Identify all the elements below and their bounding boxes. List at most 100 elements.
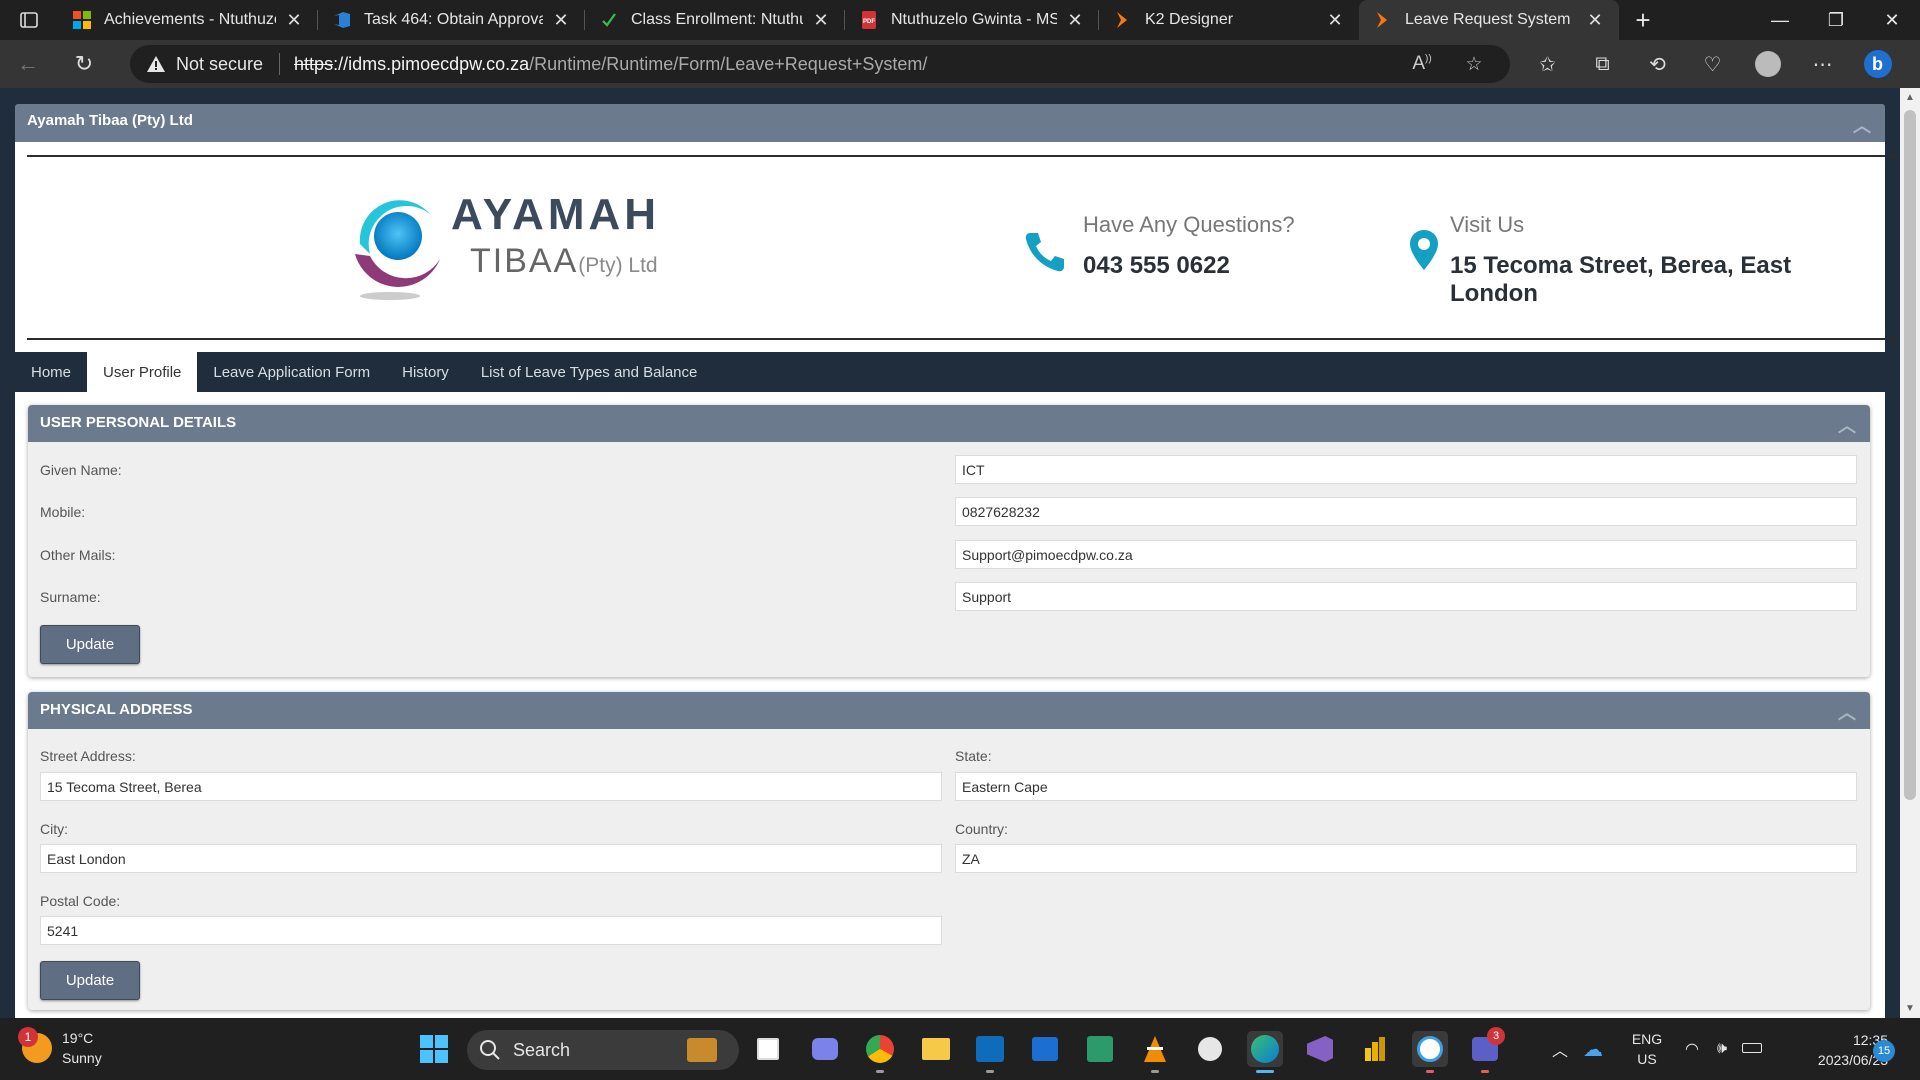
bing-copilot-icon[interactable]: b [1850, 40, 1905, 88]
browser-tab-achievements[interactable]: Achievements - Ntuthuzelo ✕ [58, 0, 318, 40]
teams-chat-icon[interactable] [807, 1031, 843, 1067]
notification-badge[interactable]: 15 [1873, 1040, 1895, 1062]
file-explorer-icon[interactable] [918, 1031, 954, 1067]
read-aloud-icon[interactable]: A)) [1396, 53, 1448, 75]
tab-home[interactable]: Home [15, 352, 87, 392]
chrome-icon[interactable] [862, 1031, 898, 1073]
state-field[interactable]: Eastern Cape [955, 772, 1857, 801]
start-button[interactable] [416, 1031, 452, 1067]
close-tab-icon[interactable]: ✕ [551, 10, 571, 31]
onedrive-icon[interactable]: ☁ [1575, 1037, 1611, 1062]
mobile-label: Mobile: [40, 504, 86, 520]
word-app-icon[interactable] [1192, 1031, 1228, 1067]
surname-field[interactable]: Support [955, 582, 1857, 611]
sun-icon: 1 [18, 1027, 52, 1063]
favorite-star-icon[interactable]: ☆ [1448, 53, 1500, 76]
wifi-icon[interactable]: ◠ [1677, 1039, 1707, 1059]
browser-tab-class-enrollment[interactable]: Class Enrollment: Ntuthuzel ✕ [585, 0, 845, 40]
outlook-icon[interactable] [972, 1031, 1008, 1073]
banner-divider [27, 338, 1897, 340]
scroll-down-icon[interactable]: ▼ [1900, 1003, 1920, 1014]
address-bar-actions: A)) ☆ [1396, 45, 1500, 83]
power-bi-icon[interactable] [1357, 1031, 1393, 1067]
close-window-button[interactable]: ✕ [1864, 0, 1920, 40]
browser-tab-strip: Achievements - Ntuthuzelo ✕ Task 464: Ob… [0, 0, 1920, 40]
browser-toolbar-icons: ✩ ⧉ ⟲ ♡ ⋯ b [1520, 40, 1905, 88]
browser-tab-leave-request[interactable]: Leave Request System ✕ [1359, 0, 1619, 40]
performance-icon[interactable]: ♡ [1685, 40, 1740, 88]
collapse-chevron-icon[interactable]: ︿ [1838, 699, 1856, 725]
scrollbar-thumb[interactable] [1904, 110, 1916, 800]
browser-tab-k2-designer[interactable]: K2 Designer ✕ [1099, 0, 1359, 40]
close-tab-icon[interactable]: ✕ [1585, 10, 1605, 31]
minimize-button[interactable]: — [1752, 0, 1808, 40]
profile-avatar-icon[interactable] [1740, 40, 1795, 88]
security-indicator[interactable]: Not secure [130, 54, 263, 75]
history-icon[interactable]: ⟲ [1630, 40, 1685, 88]
collapse-chevron-icon[interactable]: ︿ [1838, 412, 1856, 438]
app-running-indicator [986, 1070, 994, 1073]
other-mails-field[interactable]: Support@pimoecdpw.co.za [955, 540, 1857, 569]
tab-leave-types-balance[interactable]: List of Leave Types and Balance [465, 352, 714, 392]
snipping-tool-icon[interactable] [1412, 1031, 1448, 1073]
update-address-button[interactable]: Update [40, 961, 140, 1000]
city-label: City: [40, 821, 68, 837]
browser-tab-task[interactable]: Task 464: Obtain Approval to ✕ [318, 0, 585, 40]
url-text[interactable]: https://idms.pimoecdpw.co.za/Runtime/Run… [294, 54, 927, 75]
mobile-field[interactable]: 0827628232 [955, 497, 1857, 526]
postal-code-field[interactable]: 5241 [40, 916, 942, 945]
favorites-icon[interactable]: ✩ [1520, 40, 1575, 88]
language-indicator[interactable]: ENG US [1617, 1029, 1677, 1069]
postal-code-label: Postal Code: [40, 893, 121, 909]
collapse-chevron-icon[interactable]: ︿ [1853, 112, 1871, 138]
app-running-indicator [1481, 1070, 1489, 1073]
country-field[interactable]: ZA [955, 844, 1857, 873]
phone-icon [1025, 233, 1064, 272]
new-tab-button[interactable]: + [1619, 0, 1667, 40]
back-button[interactable]: ← [0, 40, 56, 88]
tab-user-profile[interactable]: User Profile [87, 352, 198, 392]
restore-button[interactable]: ❐ [1808, 0, 1864, 40]
user-profile-content: USER PERSONAL DETAILS ︿ Given Name: ICT … [15, 392, 1885, 1018]
city-field[interactable]: East London [40, 844, 942, 873]
more-menu-icon[interactable]: ⋯ [1795, 40, 1850, 88]
close-icon: ✕ [1884, 9, 1900, 30]
collections-icon[interactable]: ⧉ [1575, 40, 1630, 88]
visual-studio-icon[interactable] [1302, 1031, 1338, 1067]
address-bar[interactable]: Not secure https://idms.pimoecdpw.co.za/… [130, 45, 1510, 83]
refresh-button[interactable]: ↻ [56, 40, 112, 88]
section-header: USER PERSONAL DETAILS ︿ [28, 405, 1870, 442]
page-scrollbar[interactable]: ▲ ▼ [1900, 88, 1920, 1018]
taskbar-search[interactable]: Search [467, 1030, 739, 1070]
volume-icon[interactable]: 🕪 [1707, 1040, 1737, 1058]
battery-icon[interactable] [1737, 1040, 1767, 1058]
section-title: PHYSICAL ADDRESS [40, 701, 193, 718]
tab-leave-application-form[interactable]: Leave Application Form [197, 352, 386, 392]
scroll-up-icon[interactable]: ▲ [1900, 92, 1920, 103]
given-name-field[interactable]: ICT [955, 455, 1857, 484]
app-nav-tabs: Home User Profile Leave Application Form… [15, 352, 713, 392]
teams-icon[interactable]: 3 [1467, 1027, 1505, 1073]
browser-tab-pdf[interactable]: PDF Ntuthuzelo Gwinta - MS-AZ ✕ [845, 0, 1099, 40]
close-tab-icon[interactable]: ✕ [1325, 10, 1345, 31]
windows-taskbar: 1 19°C Sunny Search 3 ︿ ☁ ENG US ◠ 🕪 12:35… [0, 1018, 1920, 1080]
vlc-icon[interactable] [1137, 1031, 1173, 1073]
street-address-field[interactable]: 15 Tecoma Street, Berea [40, 772, 942, 801]
tab-history[interactable]: History [386, 352, 465, 392]
tab-actions-button[interactable] [0, 0, 58, 40]
weather-widget[interactable]: 1 19°C Sunny [18, 1027, 102, 1068]
close-tab-icon[interactable]: ✕ [811, 10, 831, 31]
close-tab-icon[interactable]: ✕ [284, 10, 304, 31]
edge-browser-icon[interactable] [1247, 1031, 1283, 1073]
azure-devops-icon [334, 12, 350, 28]
microsoft-store-icon[interactable] [1027, 1031, 1063, 1067]
tool-app-icon[interactable] [1082, 1031, 1118, 1067]
microsoft-icon [73, 11, 91, 29]
street-address-label: Street Address: [40, 748, 136, 764]
show-hidden-icons-chevron-icon[interactable]: ︿ [1545, 1037, 1575, 1061]
brand-sub: TIBAA [470, 242, 579, 280]
clock[interactable]: 12:35 2023/06/23 [1778, 1030, 1888, 1070]
close-tab-icon[interactable]: ✕ [1065, 10, 1085, 31]
update-personal-button[interactable]: Update [40, 625, 140, 664]
task-view-icon[interactable] [750, 1031, 786, 1067]
